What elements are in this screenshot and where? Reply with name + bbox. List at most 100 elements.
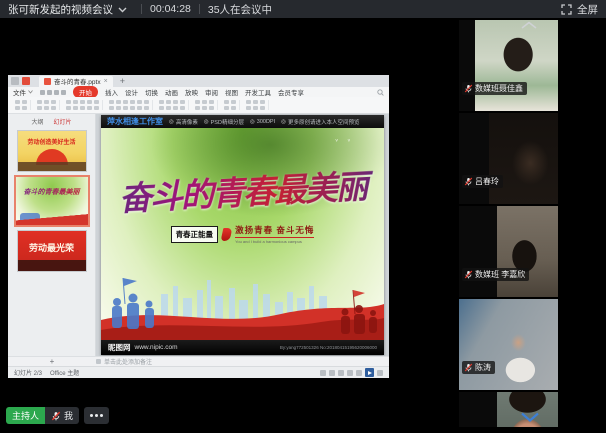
scroll-down-chevron-icon[interactable] xyxy=(520,412,540,422)
status-tool-icon[interactable] xyxy=(338,370,344,376)
thumb3-title: 劳动最光荣 xyxy=(18,241,86,254)
wps-home-icon[interactable] xyxy=(11,77,19,85)
view-normal-icon[interactable] xyxy=(347,370,353,376)
chevron-down-icon[interactable] xyxy=(118,7,127,13)
self-name-badge: 我 xyxy=(45,407,79,424)
participant-tile[interactable]: 陈涛 xyxy=(459,299,558,390)
fullscreen-button[interactable]: 全屏 xyxy=(561,2,598,17)
document-tab-title: 奋斗的青春.pptx xyxy=(54,76,101,86)
crowd-silhouette xyxy=(18,162,86,171)
menu-tab-animation[interactable]: 动画 xyxy=(165,87,178,97)
wps-presentation-window: 奋斗的青春.pptx × + 文件 开始 插入 设计 切换 动画 放映 审阅 视… xyxy=(8,75,389,378)
poster-header-bar: 萍水相逢工作室 ◎高清像素 ◎PSD精细分层 ◎300DPI ◎更多原创请进入本… xyxy=(101,115,384,128)
tagline-english: You and I build a harmonious campus xyxy=(235,237,314,244)
participant-name-tag: 数媒班 李嘉欣 xyxy=(462,268,529,281)
self-status-overlay: 主持人 我 xyxy=(6,407,109,424)
status-tool-icon[interactable] xyxy=(320,370,326,376)
participant-tile[interactable]: 数媒班 李嘉欣 xyxy=(459,206,558,297)
theme-indicator: Office 主题 xyxy=(50,368,79,377)
chevron-down-icon xyxy=(28,90,33,94)
poster-footer-bar: 昵图网 www.nipic.com By:yang772501326 No:20… xyxy=(101,340,384,355)
poster-artwork: ᵥ ᵥ 奋斗的青春最美丽 青春正能量 激扬青春 奋斗无悔 You and I b… xyxy=(101,128,384,340)
poster-title: 奋斗的青春最美丽 xyxy=(101,159,384,222)
wps-ribbon-toolbar[interactable] xyxy=(8,97,389,114)
menu-tab-devtools[interactable]: 开发工具 xyxy=(245,87,271,97)
notes-bar: + 单击此处添加备注 xyxy=(8,356,389,366)
red-comma-graphic xyxy=(221,228,233,241)
status-tool-icon[interactable] xyxy=(329,370,335,376)
site-name: 昵图网 xyxy=(108,342,131,353)
note-icon xyxy=(96,359,101,364)
notes-placeholder[interactable]: 单击此处添加备注 xyxy=(96,357,152,366)
meeting-timer: 00:04:28 xyxy=(150,3,191,15)
feature-4: 更多原创请进入本人空间预览 xyxy=(288,118,360,126)
view-sorter-icon[interactable] xyxy=(356,370,362,376)
thumb2-title: 奋斗的青春最美丽 xyxy=(16,187,88,197)
shared-screen-stage: 奋斗的青春.pptx × + 文件 开始 插入 设计 切换 动画 放映 审阅 视… xyxy=(0,18,606,433)
divider xyxy=(141,4,142,14)
panel-tab-outline[interactable]: 大纲 xyxy=(31,117,43,126)
panel-tab-slides[interactable]: 幻灯片 xyxy=(54,117,72,126)
fullscreen-label: 全屏 xyxy=(577,2,598,17)
play-icon xyxy=(368,371,372,375)
menu-file[interactable]: 文件 xyxy=(13,87,33,97)
wps-menu-bar: 文件 开始 插入 设计 切换 动画 放映 审阅 视图 开发工具 会员专享 xyxy=(8,87,389,97)
author-credit: By:yang772501326 No:20180415195620006000 xyxy=(280,345,377,350)
presentation-file-icon xyxy=(44,78,51,85)
divider xyxy=(199,4,200,14)
slide-thumbnail-3[interactable]: 劳动最光荣 xyxy=(18,231,86,271)
participant-name-tag: 吕春玲 xyxy=(462,175,503,188)
wps-docer-icon[interactable] xyxy=(22,77,30,85)
participant-video xyxy=(489,113,558,204)
document-tab[interactable]: 奋斗的青春.pptx × xyxy=(39,76,113,87)
studio-name: 萍水相逢工作室 xyxy=(107,116,163,127)
participant-name-tag: 数媒班聂佳鑫 xyxy=(462,82,527,95)
scroll-up-chevron-icon[interactable] xyxy=(520,21,538,29)
slide-thumbnail-1[interactable]: 劳动创造美好生活 xyxy=(18,131,86,171)
participant-tile[interactable]: 数媒班聂佳鑫 xyxy=(459,20,558,111)
menu-tab-design[interactable]: 设计 xyxy=(125,87,138,97)
slide-thumbnail-2-selected[interactable]: 奋斗的青春最美丽 xyxy=(16,177,88,225)
menu-tab-review[interactable]: 审阅 xyxy=(205,87,218,97)
slide-number-indicator: 幻灯片 2/3 xyxy=(14,368,42,377)
new-slide-button[interactable]: + xyxy=(8,357,96,366)
mic-muted-icon xyxy=(51,411,61,421)
menu-tab-slideshow[interactable]: 放映 xyxy=(185,87,198,97)
meeting-topbar: 张可新发起的视频会议 00:04:28 35人在会议中 全屏 xyxy=(0,0,606,18)
self-name-label: 我 xyxy=(64,409,73,422)
participant-video xyxy=(475,20,558,111)
close-tab-icon[interactable]: × xyxy=(104,78,108,85)
fullscreen-icon xyxy=(561,4,572,15)
menu-tab-view[interactable]: 视图 xyxy=(225,87,238,97)
current-slide[interactable]: 萍水相逢工作室 ◎高清像素 ◎PSD精细分层 ◎300DPI ◎更多原创请进入本… xyxy=(101,115,384,355)
participant-video xyxy=(497,206,558,297)
search-icon[interactable] xyxy=(377,89,384,96)
participant-tile[interactable]: 吕春玲 xyxy=(459,113,558,204)
more-options-button[interactable] xyxy=(84,407,109,424)
tagline-main: 激扬青春 奋斗无悔 xyxy=(235,224,314,236)
city-and-crowd-graphic xyxy=(101,268,384,340)
participant-name-tag: 陈涛 xyxy=(462,361,495,374)
menu-tab-member[interactable]: 会员专享 xyxy=(278,87,304,97)
slide-panel: 大纲 幻灯片 劳动创造美好生活 奋斗的青春最美丽 xyxy=(8,114,96,356)
participant-count: 35人在会议中 xyxy=(208,2,272,17)
thumb1-title: 劳动创造美好生活 xyxy=(18,137,86,146)
slideshow-play-button[interactable] xyxy=(365,368,374,377)
zoom-control-icon[interactable] xyxy=(377,370,383,376)
meeting-app: 张可新发起的视频会议 00:04:28 35人在会议中 全屏 奋斗的青春.ppt… xyxy=(0,0,606,433)
mic-muted-icon xyxy=(464,363,473,372)
crowd-silhouette xyxy=(18,260,86,271)
menu-tab-transition[interactable]: 切换 xyxy=(145,87,158,97)
feature-3: 300DPI xyxy=(257,119,275,125)
mic-muted-icon xyxy=(464,270,473,279)
mic-muted-icon xyxy=(464,177,473,186)
participant-sidebar: 数媒班聂佳鑫 吕春玲 数媒班 李嘉欣 xyxy=(458,18,606,433)
bottom-black-strip xyxy=(0,427,606,433)
tagline-box: 青春正能量 xyxy=(171,226,219,243)
slide-canvas: 萍水相逢工作室 ◎高清像素 ◎PSD精细分层 ◎300DPI ◎更多原创请进入本… xyxy=(96,114,389,356)
participant-video xyxy=(459,299,558,390)
new-tab-button[interactable]: + xyxy=(120,76,125,86)
meeting-title: 张可新发起的视频会议 xyxy=(8,2,113,17)
menu-tab-insert[interactable]: 插入 xyxy=(105,87,118,97)
quick-access-toolbar[interactable] xyxy=(40,90,66,95)
